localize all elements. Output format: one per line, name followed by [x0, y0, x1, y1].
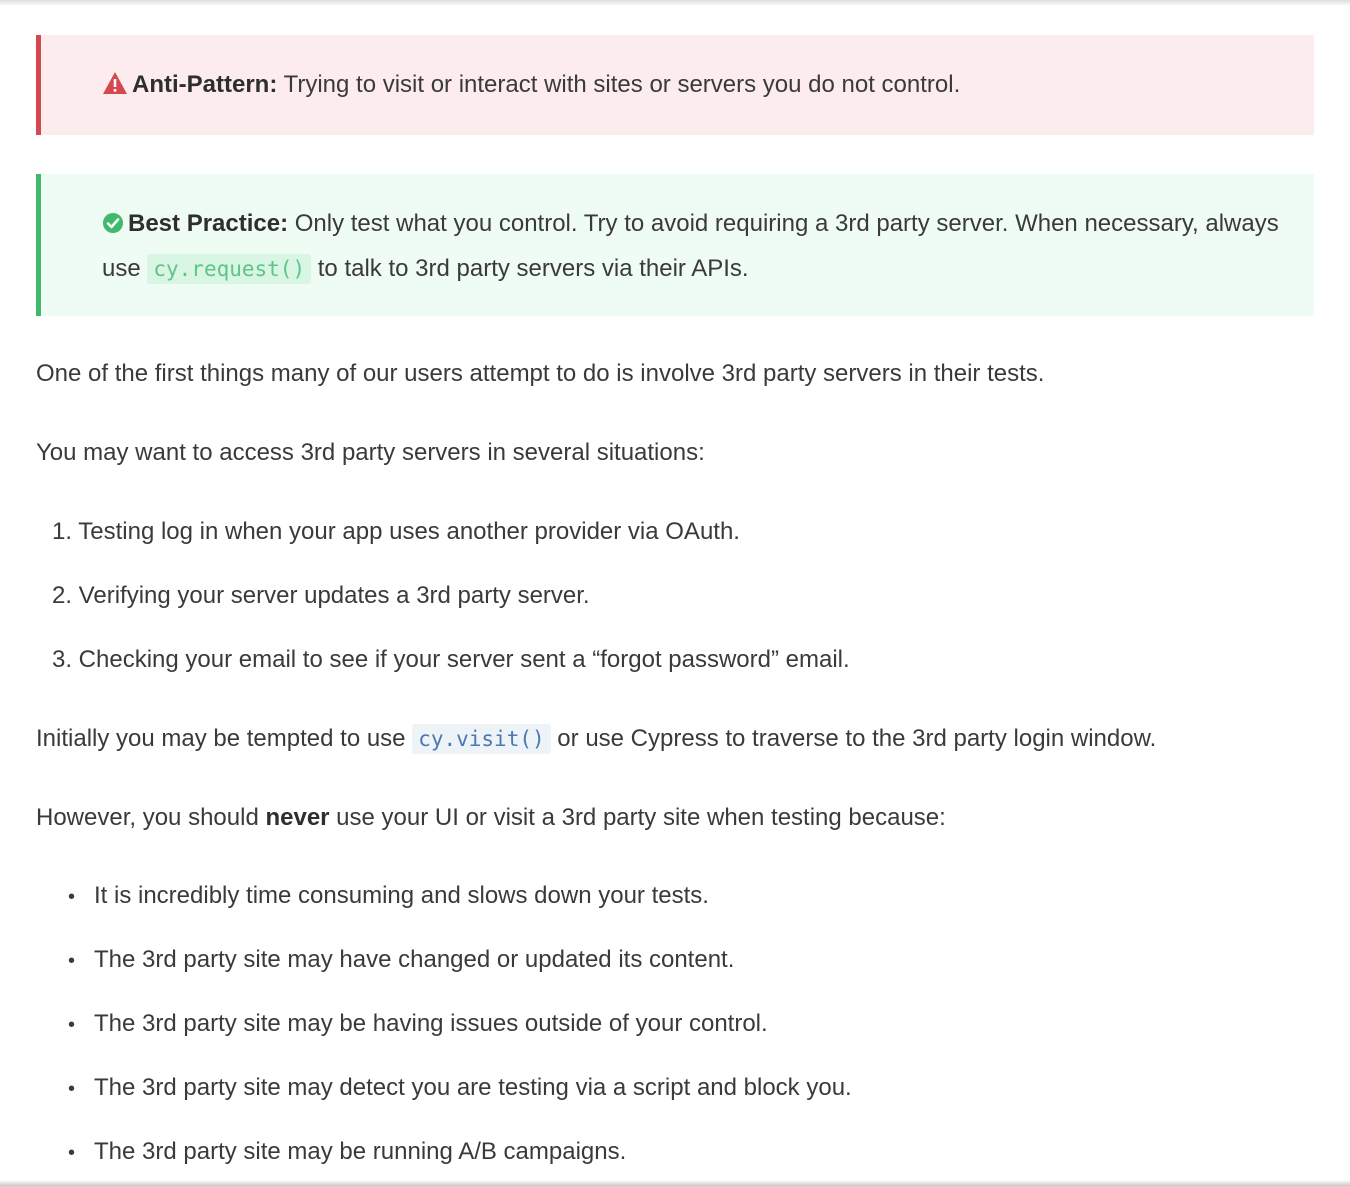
reason-list-item: • The 3rd party site may be having issues…	[68, 1009, 768, 1040]
anti-pattern-text: Trying to visit or interact with sites o…	[277, 71, 961, 98]
bullet-icon: •	[68, 950, 76, 972]
tempted-text-before: Initially you may be tempted to use	[36, 725, 413, 752]
situations-intro-paragraph: You may want to access 3rd party servers…	[36, 439, 705, 466]
reason-list-item: • The 3rd party site may detect you are t…	[68, 1073, 852, 1104]
bullet-icon: •	[68, 1142, 76, 1164]
best-practice-label: Best Practice:	[128, 210, 289, 237]
reason-list-item: • The 3rd party site may be running A/B c…	[68, 1137, 626, 1168]
top-edge-shadow	[0, 0, 1350, 6]
cy-request-code: cy.request()	[147, 254, 312, 284]
situation-item-1: 1. Testing log in when your app uses ano…	[52, 518, 740, 545]
bullet-icon: •	[68, 1014, 76, 1036]
reason-text: The 3rd party site may have changed or u…	[94, 946, 735, 973]
reason-text: It is incredibly time consuming and slow…	[94, 882, 709, 909]
reason-list-item: • It is incredibly time consuming and slo…	[68, 881, 709, 912]
best-practice-callout: Best Practice: Only test what you contro…	[36, 174, 1314, 316]
reason-list-item: • The 3rd party site may have changed or …	[68, 945, 734, 976]
anti-pattern-callout: Anti-Pattern: Trying to visit or interac…	[36, 35, 1314, 135]
reason-text: The 3rd party site may detect you are te…	[94, 1074, 852, 1101]
anti-pattern-label: Anti-Pattern:	[132, 71, 278, 98]
reason-text: The 3rd party site may be running A/B ca…	[94, 1138, 627, 1165]
bottom-edge-shadow	[0, 1180, 1350, 1186]
however-text-before: However, you should	[36, 804, 266, 831]
reason-text: The 3rd party site may be having issues …	[94, 1010, 768, 1037]
situation-item-2: 2. Verifying your server updates a 3rd p…	[52, 582, 590, 609]
however-never-bold: never	[265, 804, 330, 831]
tempted-paragraph: Initially you may be tempted to use cy.v…	[36, 724, 1156, 754]
check-circle-icon	[102, 206, 124, 248]
warning-triangle-icon	[102, 67, 128, 109]
however-paragraph: However, you should never use your UI or…	[36, 803, 946, 833]
bullet-icon: •	[68, 886, 76, 908]
best-practice-text-after: to talk to 3rd party servers via their A…	[311, 255, 749, 282]
bullet-icon: •	[68, 1078, 76, 1100]
cy-visit-code: cy.visit()	[412, 724, 551, 754]
tempted-text-after: or use Cypress to traverse to the 3rd pa…	[550, 725, 1157, 752]
however-text-after: use your UI or visit a 3rd party site wh…	[329, 804, 946, 831]
intro-paragraph: One of the first things many of our user…	[36, 360, 1045, 387]
situation-item-3: 3. Checking your email to see if your se…	[52, 646, 850, 673]
